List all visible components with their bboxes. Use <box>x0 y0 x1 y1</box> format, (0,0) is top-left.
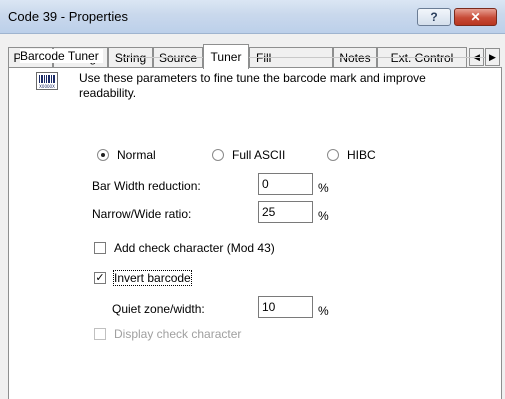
radio-full-ascii[interactable]: Full ASCII <box>212 148 285 162</box>
quiet-zone-unit: % <box>318 304 329 318</box>
radio-normal-indicator[interactable] <box>97 149 109 161</box>
barcode-icon-text: X0000X <box>39 84 55 89</box>
add-check-box[interactable] <box>94 242 106 254</box>
group-title: Barcode Tuner <box>20 49 103 63</box>
invert-barcode-label: Invert barcode <box>113 270 192 286</box>
narrow-wide-label: Narrow/Wide ratio: <box>92 207 192 221</box>
bar-width-input[interactable] <box>258 173 313 195</box>
radio-full-ascii-label: Full ASCII <box>232 148 286 162</box>
tab-scroll-right-icon[interactable]: ▶ <box>485 48 500 66</box>
narrow-wide-input[interactable] <box>258 201 313 223</box>
barcode-icon: X0000X <box>36 72 58 90</box>
radio-hibc-label: HIBC <box>347 148 376 162</box>
add-check-checkbox[interactable]: Add check character (Mod 43) <box>94 241 275 255</box>
narrow-wide-unit: % <box>318 209 329 223</box>
close-button[interactable]: ✕ <box>454 8 497 26</box>
check-mark-icon: ✓ <box>95 272 105 284</box>
quiet-zone-label: Quiet zone/width: <box>112 302 205 316</box>
invert-barcode-checkbox[interactable]: ✓ Invert barcode <box>94 270 192 286</box>
quiet-zone-input[interactable] <box>258 296 313 318</box>
add-check-label: Add check character (Mod 43) <box>114 241 275 255</box>
display-check-box <box>94 328 106 340</box>
tab-tuner[interactable]: Tuner <box>203 44 249 69</box>
tuner-description: Use these parameters to fine tune the ba… <box>79 71 426 100</box>
invert-barcode-box[interactable]: ✓ <box>94 272 106 284</box>
window-title: Code 39 - Properties <box>8 9 128 24</box>
radio-hibc-indicator[interactable] <box>327 149 339 161</box>
display-check-label: Display check character <box>114 327 242 341</box>
group-divider <box>120 57 485 58</box>
bar-width-label: Bar Width reduction: <box>92 179 201 193</box>
display-check-checkbox: Display check character <box>94 327 241 341</box>
tuner-panel <box>8 67 502 399</box>
bar-width-unit: % <box>318 181 329 195</box>
radio-normal-label: Normal <box>117 148 156 162</box>
radio-normal[interactable]: Normal <box>97 148 156 162</box>
title-bar: Code 39 - Properties ? ✕ <box>0 0 505 34</box>
help-button[interactable]: ? <box>417 8 451 26</box>
radio-hibc[interactable]: HIBC <box>327 148 376 162</box>
radio-full-ascii-indicator[interactable] <box>212 149 224 161</box>
